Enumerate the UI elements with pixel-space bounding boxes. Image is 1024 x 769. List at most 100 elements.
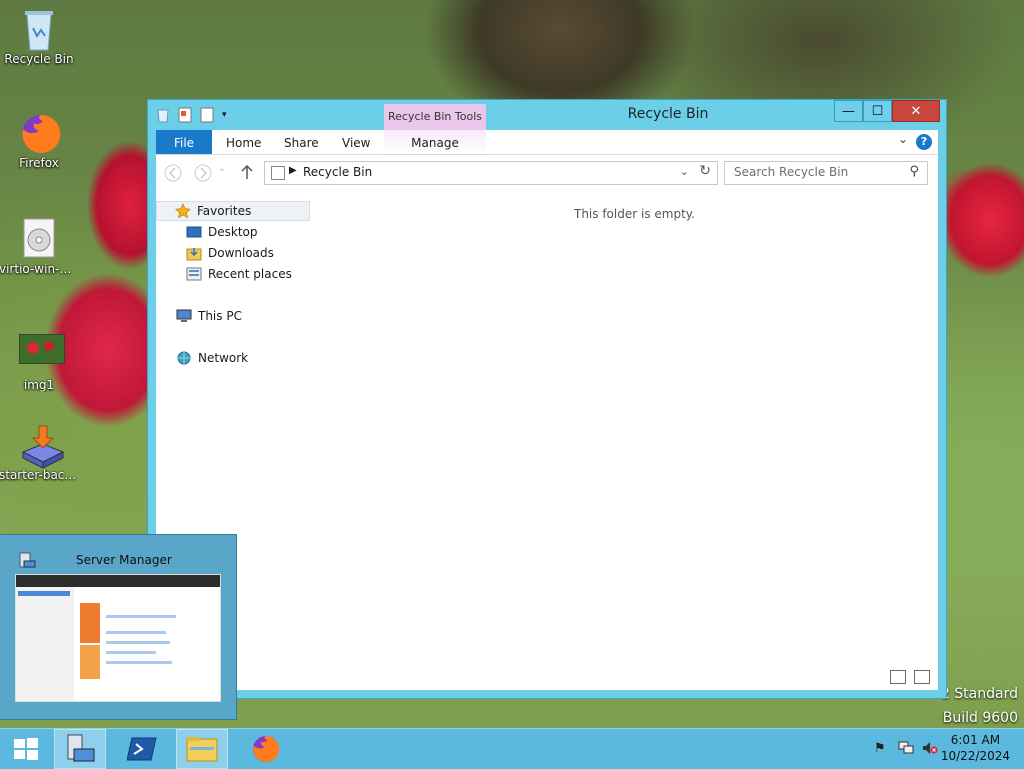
folder-icon <box>186 737 218 762</box>
firefox-icon <box>19 112 61 153</box>
desktop-icon <box>186 224 202 240</box>
server-manager-icon <box>67 734 95 762</box>
forward-button[interactable] <box>192 163 214 183</box>
breadcrumb-separator-icon[interactable]: ▶ <box>289 165 297 176</box>
chevron-down-icon[interactable]: ▾ <box>222 107 236 123</box>
firefox-icon <box>253 736 280 762</box>
chevron-down-icon[interactable]: ⌄ <box>898 132 908 146</box>
desktop-icon-label: virtio-win-0.... <box>0 262 79 276</box>
nav-item-network[interactable]: Network <box>176 348 248 368</box>
nav-item-label: This PC <box>198 309 242 323</box>
nav-item-this-pc[interactable]: This PC <box>176 306 242 326</box>
desktop-icon-virtio[interactable]: virtio-win-0.... <box>0 218 79 276</box>
network-status-icon[interactable] <box>898 741 914 759</box>
minimize-button[interactable]: — <box>834 100 863 122</box>
breadcrumb-recycle-bin[interactable]: Recycle Bin <box>303 165 372 179</box>
downloads-folder-icon <box>186 245 202 261</box>
explorer-content: ⌄ ▶ Recycle Bin ⌄ ↻ Search Recycle Bin ⚲… <box>156 155 938 690</box>
action-center-flag-icon[interactable]: ⚑ <box>874 741 886 756</box>
thumbnail-header: Server Manager <box>16 547 226 575</box>
desktop-icon-img1[interactable]: img1 <box>0 333 79 392</box>
nav-item-label: Downloads <box>208 246 274 260</box>
taskbar-firefox[interactable] <box>240 729 292 769</box>
search-input[interactable]: Search Recycle Bin <box>734 165 848 179</box>
properties-icon[interactable] <box>178 107 192 123</box>
recycle-bin-icon <box>19 8 59 51</box>
star-icon <box>175 203 191 219</box>
windows-logo-icon <box>14 738 38 760</box>
image-file-icon <box>18 333 66 374</box>
nav-item-desktop[interactable]: Desktop <box>186 222 258 242</box>
explorer-window: ▾ Recycle Bin Tools Recycle Bin — ☐ ✕ Fi… <box>148 100 946 698</box>
arrow-right-icon <box>194 164 212 182</box>
nav-item-label: Favorites <box>197 204 252 218</box>
large-icons-view-icon[interactable] <box>914 670 930 684</box>
recent-places-icon <box>186 266 202 282</box>
desktop-icon-label: Recycle Bin <box>4 52 74 66</box>
computer-icon <box>176 308 192 324</box>
clock-date: 10/22/2024 <box>940 749 1010 763</box>
tab-manage[interactable]: Manage <box>384 130 486 154</box>
search-box[interactable]: Search Recycle Bin ⚲ <box>724 161 928 185</box>
arrow-left-icon <box>164 164 182 182</box>
navigation-bar: ⌄ ▶ Recycle Bin ⌄ ↻ Search Recycle Bin ⚲ <box>156 155 938 189</box>
empty-folder-message: This folder is empty. <box>574 207 695 221</box>
taskbar-server-manager[interactable] <box>54 729 106 769</box>
taskbar: ⚑ 6:01 AM 10/22/2024 <box>0 728 1024 769</box>
maximize-button[interactable]: ☐ <box>863 100 892 122</box>
thumbnail-title: Server Manager <box>76 553 172 567</box>
close-button[interactable]: ✕ <box>892 100 940 122</box>
taskbar-file-explorer[interactable] <box>176 729 228 769</box>
taskbar-powershell[interactable] <box>116 729 168 769</box>
nav-item-downloads[interactable]: Downloads <box>186 243 274 263</box>
nav-item-label: Network <box>198 351 249 365</box>
desktop-icon-label: img1 <box>23 378 55 392</box>
window-title: Recycle Bin <box>627 106 709 122</box>
chevron-down-icon[interactable]: ⌄ <box>680 165 689 178</box>
view-switcher <box>890 670 930 684</box>
arrow-up-icon <box>241 164 253 179</box>
start-button[interactable] <box>0 729 52 769</box>
volume-muted-icon[interactable] <box>922 741 938 759</box>
new-folder-icon[interactable] <box>200 107 214 123</box>
help-button[interactable]: ? <box>916 134 932 150</box>
recycle-bin-small-icon <box>271 166 285 180</box>
details-view-icon[interactable] <box>890 670 906 684</box>
up-button[interactable] <box>236 163 258 183</box>
context-tab-group-label: Recycle Bin Tools <box>384 104 486 130</box>
desktop-icon-recycle-bin[interactable]: Recycle Bin <box>0 8 79 66</box>
network-icon <box>176 350 192 366</box>
tab-view[interactable]: View <box>342 130 370 154</box>
quick-access-toolbar: ▾ <box>156 107 236 123</box>
recycle-bin-small-icon <box>156 107 170 123</box>
nav-item-label: Recent places <box>208 267 292 281</box>
clock[interactable]: 6:01 AM 10/22/2024 <box>941 732 1010 764</box>
back-button[interactable] <box>162 163 184 183</box>
tab-share[interactable]: Share <box>284 130 319 154</box>
powershell-icon <box>127 737 157 761</box>
nav-item-recent-places[interactable]: Recent places <box>186 264 292 284</box>
os-watermark-build: Build 9600 <box>942 710 1018 726</box>
disc-image-icon <box>19 218 59 258</box>
server-manager-icon <box>18 551 36 572</box>
clock-time: 6:01 AM <box>950 733 1001 747</box>
desktop-icon-starter-backup[interactable]: starter-back... <box>0 424 79 482</box>
address-bar[interactable]: ▶ Recycle Bin ⌄ ↻ <box>264 161 718 185</box>
search-icon[interactable]: ⚲ <box>909 164 919 179</box>
taskbar-thumbnail-server-manager[interactable]: Server Manager <box>0 535 236 719</box>
desktop-icon-label: Firefox <box>19 156 59 170</box>
nav-item-favorites[interactable]: Favorites <box>156 201 310 221</box>
ribbon-tabs: File Home Share View Manage ⌄ ? <box>156 130 938 155</box>
tab-file[interactable]: File <box>156 130 212 154</box>
os-watermark-edition: 2 Standard <box>940 686 1018 702</box>
installer-package-icon <box>19 424 65 469</box>
refresh-icon[interactable]: ↻ <box>699 163 711 179</box>
desktop-icon-label: starter-back... <box>0 468 79 482</box>
desktop-icon-firefox[interactable]: Firefox <box>0 112 79 170</box>
recent-locations-chevron-icon[interactable]: ⌄ <box>216 163 228 183</box>
tab-home[interactable]: Home <box>226 130 261 154</box>
thumbnail-preview-image <box>16 575 220 701</box>
nav-item-label: Desktop <box>208 225 258 239</box>
title-bar[interactable]: ▾ Recycle Bin Tools Recycle Bin — ☐ ✕ <box>148 100 946 130</box>
window-controls: — ☐ ✕ <box>834 100 940 122</box>
